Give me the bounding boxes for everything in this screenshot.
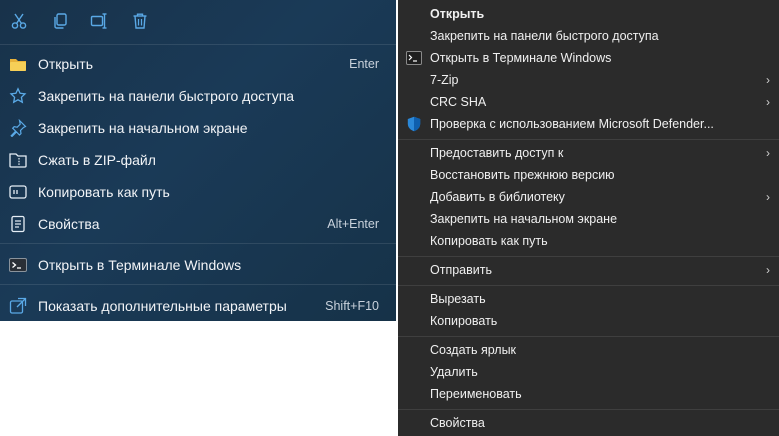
menu-item-label: Показать дополнительные параметры: [38, 298, 287, 314]
menu-item-label: Проверка с использованием Microsoft Defe…: [430, 117, 714, 131]
menu-separator: [398, 336, 779, 337]
menu-item-pin-start[interactable]: Закрепить на начальном экране: [398, 208, 779, 230]
menu-item-label: Копировать как путь: [430, 234, 548, 248]
menu-item-label: Сжать в ZIP-файл: [38, 152, 156, 168]
pin-icon: [9, 119, 27, 137]
properties-icon: [9, 215, 27, 233]
menu-item-properties[interactable]: Свойства: [398, 412, 779, 434]
cut-icon: [11, 13, 27, 29]
menu-item-label: Добавить в библиотеку: [430, 190, 565, 204]
menu-item-label: Свойства: [430, 416, 485, 430]
cut-button[interactable]: [6, 8, 32, 34]
menu-separator: [398, 409, 779, 410]
menu-item-label: Переименовать: [430, 387, 522, 401]
chevron-right-icon: ›: [766, 73, 770, 87]
menu-separator: [0, 44, 396, 45]
star-icon: [9, 87, 27, 105]
menu-item-7zip[interactable]: 7-Zip ›: [398, 69, 779, 91]
menu-item-label: Восстановить прежнюю версию: [430, 168, 615, 182]
copy-path-icon: [9, 183, 27, 201]
menu-item-label: Создать ярлык: [430, 343, 517, 357]
menu-item-label: Открыть в Терминале Windows: [38, 257, 242, 273]
menu-item-zip[interactable]: Сжать в ZIP-файл: [0, 145, 396, 175]
chevron-right-icon: ›: [766, 263, 770, 277]
menu-separator: [0, 243, 396, 244]
menu-item-label: CRC SHA: [430, 95, 487, 109]
rename-icon: [90, 13, 107, 29]
menu-item-open-terminal[interactable]: Открыть в Терминале Windows: [398, 47, 779, 69]
menu-item-label: Открыть в Терминале Windows: [430, 51, 612, 65]
menu-item-delete[interactable]: Удалить: [398, 361, 779, 383]
menu-item-open[interactable]: Открыть: [398, 3, 779, 25]
menu-item-pin-start[interactable]: Закрепить на начальном экране: [0, 113, 396, 143]
menu-item-label: Закрепить на начальном экране: [430, 212, 618, 226]
chevron-right-icon: ›: [766, 95, 770, 109]
rename-button[interactable]: [86, 8, 112, 34]
menu-item-restore-previous[interactable]: Восстановить прежнюю версию: [398, 164, 779, 186]
menu-item-label: Вырезать: [430, 292, 486, 306]
menu-item-label: Предоставить доступ к: [430, 146, 564, 160]
menu-item-open[interactable]: Открыть Enter: [0, 49, 396, 79]
menu-item-label: Копировать как путь: [38, 184, 170, 200]
menu-item-rename[interactable]: Переименовать: [398, 383, 779, 405]
menu-item-open-terminal[interactable]: Открыть в Терминале Windows: [0, 250, 396, 280]
menu-item-label: Отправить: [430, 263, 492, 277]
menu-item-add-to-library[interactable]: Добавить в библиотеку ›: [398, 186, 779, 208]
copy-icon: [54, 13, 67, 29]
windows11-context-menu: Открыть Enter Закрепить на панели быстро…: [0, 0, 396, 321]
menu-separator: [398, 285, 779, 286]
menu-item-label: Удалить: [430, 365, 478, 379]
menu-item-copy[interactable]: Копировать: [398, 310, 779, 332]
classic-context-menu: Открыть Закрепить на панели быстрого дос…: [398, 0, 779, 436]
menu-item-label: Закрепить на панели быстрого доступа: [38, 88, 295, 104]
menu-separator: [0, 284, 396, 285]
menu-item-label: 7-Zip: [430, 73, 459, 87]
menu-separator: [398, 139, 779, 140]
terminal-icon: [406, 50, 422, 66]
delete-icon: [133, 13, 147, 29]
chevron-right-icon: ›: [766, 146, 770, 160]
delete-button[interactable]: [127, 8, 153, 34]
menu-item-more-options[interactable]: Показать дополнительные параметры Shift+…: [0, 291, 396, 321]
defender-shield-icon: [406, 116, 422, 132]
menu-item-crc-sha[interactable]: CRC SHA ›: [398, 91, 779, 113]
shortcut-label: Enter: [349, 57, 379, 71]
menu-item-label: Открыть: [38, 56, 93, 72]
menu-item-create-shortcut[interactable]: Создать ярлык: [398, 339, 779, 361]
chevron-right-icon: ›: [766, 190, 770, 204]
menu-item-share-with[interactable]: Предоставить доступ к ›: [398, 142, 779, 164]
copy-button[interactable]: [47, 8, 73, 34]
menu-item-pin-quick-access[interactable]: Закрепить на панели быстрого доступа: [398, 25, 779, 47]
menu-separator: [398, 256, 779, 257]
menu-item-label: Свойства: [38, 216, 100, 232]
menu-item-send-to[interactable]: Отправить ›: [398, 259, 779, 281]
menu-item-properties[interactable]: Свойства Alt+Enter: [0, 209, 396, 239]
menu-item-label: Закрепить на панели быстрого доступа: [430, 29, 659, 43]
more-options-icon: [9, 297, 27, 315]
shortcut-label: Shift+F10: [325, 299, 379, 313]
menu-item-label: Открыть: [430, 7, 485, 21]
context-toolbar: [0, 0, 396, 42]
menu-item-copy-path[interactable]: Копировать как путь: [398, 230, 779, 252]
shortcut-label: Alt+Enter: [327, 217, 379, 231]
folder-icon: [9, 55, 27, 73]
menu-item-label: Закрепить на начальном экране: [38, 120, 248, 136]
menu-item-label: Копировать: [430, 314, 498, 328]
menu-item-cut[interactable]: Вырезать: [398, 288, 779, 310]
menu-item-copy-path[interactable]: Копировать как путь: [0, 177, 396, 207]
terminal-icon: [9, 256, 27, 274]
zip-icon: [9, 151, 27, 169]
menu-item-pin-quick-access[interactable]: Закрепить на панели быстрого доступа: [0, 81, 396, 111]
menu-item-defender-scan[interactable]: Проверка с использованием Microsoft Defe…: [398, 113, 779, 135]
